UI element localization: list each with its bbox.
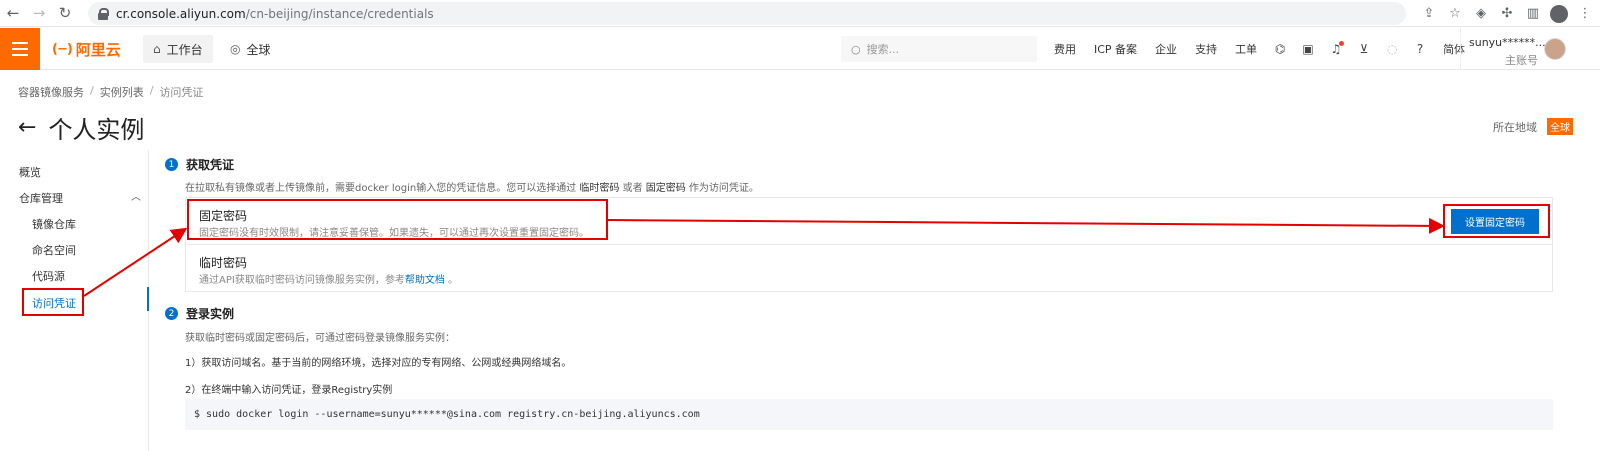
step1-description: 在拉取私有镜像或者上传镜像前，需要docker login输入您的凭证信息。您可… <box>185 179 759 194</box>
desc-highlight: 固定密码 <box>645 183 686 194</box>
link-icp[interactable]: ICP 备案 <box>1094 41 1137 57</box>
cart-icon[interactable]: ⊻ <box>1356 41 1372 57</box>
link-billing[interactable]: 费用 <box>1054 41 1076 57</box>
step2-heading: 2 登录实例 <box>165 305 234 322</box>
annotation-box-fixed-password <box>187 199 608 240</box>
browser-toolbar: ← → ↻ cr.console.aliyun.com/cn-beijing/i… <box>0 0 1600 27</box>
step1-heading: 1 获取凭证 <box>165 156 234 173</box>
breadcrumb-service[interactable]: 容器镜像服务 <box>18 84 84 100</box>
chevron-up-icon[interactable]: ︿ <box>131 188 141 203</box>
logo-text: 阿里云 <box>75 40 121 59</box>
desc-text: 通过API获取临时密码访问镜像服务实例，参考 <box>199 275 405 286</box>
link-enterprise[interactable]: 企业 <box>1155 41 1177 57</box>
search-input[interactable]: ○ 搜索... <box>841 36 1037 62</box>
user-name: sunyu******... <box>1469 36 1546 49</box>
region-indicator: 所在地域 全球 <box>1493 118 1573 135</box>
link-ticket[interactable]: 工单 <box>1235 41 1257 57</box>
step2-description: 获取临时密码或固定密码后，可通过密码登录镜像服务实例： <box>185 333 455 344</box>
region-label: 所在地域 <box>1493 120 1537 134</box>
desc-text: 。 <box>444 275 459 286</box>
bell-icon[interactable]: ♫ <box>1328 41 1345 57</box>
back-arrow-icon[interactable]: ← <box>18 115 36 140</box>
menu-kebab-icon[interactable]: ⋮ <box>1576 5 1594 23</box>
terminal-icon[interactable]: ▣ <box>1300 41 1316 57</box>
active-indicator <box>147 287 149 311</box>
user-menu[interactable]: sunyu******... 主账号 <box>1460 28 1600 70</box>
avatar[interactable] <box>1544 38 1566 60</box>
sidebar-item-namespaces[interactable]: 命名空间 <box>32 242 76 258</box>
global-region-button[interactable]: ◎ 全球 <box>220 35 281 63</box>
breadcrumb-separator: / <box>149 84 154 97</box>
hamburger-menu-icon[interactable] <box>0 28 40 70</box>
forward-icon[interactable]: → <box>26 0 52 27</box>
notification-dot <box>1339 41 1345 46</box>
desc-text: 或者 <box>619 183 646 194</box>
address-bar[interactable]: cr.console.aliyun.com/cn-beijing/instanc… <box>88 2 1406 25</box>
bookmark-star-icon[interactable]: ☆ <box>1446 5 1464 23</box>
sidebar-item-repositories[interactable]: 镜像仓库 <box>32 216 76 232</box>
url-path: /cn-beijing/instance/credentials <box>245 6 434 21</box>
help-icon[interactable]: ? <box>1412 41 1428 57</box>
profile-icon[interactable] <box>1550 4 1568 23</box>
annotation-box-sidebar <box>22 288 84 316</box>
breadcrumb-instances[interactable]: 实例列表 <box>100 84 144 100</box>
sidebar-item-overview[interactable]: 概览 <box>19 164 41 180</box>
global-label: 全球 <box>246 42 271 57</box>
annotation-box-set-button <box>1443 204 1550 238</box>
step1-title: 获取凭证 <box>186 158 235 172</box>
divider <box>185 244 1553 245</box>
login-command-block[interactable]: $ sudo docker login --username=sunyu****… <box>185 399 1553 430</box>
breadcrumb: 容器镜像服务 / 实例列表 / 访问凭证 <box>18 84 203 100</box>
desc-highlight: 临时密码 <box>579 183 620 194</box>
instruction-line: 2）在终端中输入访问凭证，登录Registry实例 <box>185 385 393 396</box>
desc-text: 作为访问凭证。 <box>685 183 759 194</box>
login-command: $ sudo docker login --username=sunyu****… <box>194 409 700 420</box>
step-number-badge: 1 <box>165 158 178 171</box>
search-placeholder: 搜索... <box>866 43 900 56</box>
share-icon[interactable]: ⇪ <box>1420 5 1438 23</box>
globe-icon: ◎ <box>230 42 241 56</box>
puzzle-icon[interactable]: ✣ <box>1498 5 1516 23</box>
breadcrumb-separator: / <box>90 84 94 97</box>
link-support[interactable]: 支持 <box>1195 41 1217 57</box>
search-icon: ○ <box>851 42 861 56</box>
help-doc-link[interactable]: 帮助文档 <box>405 275 445 286</box>
back-icon[interactable]: ← <box>0 0 26 27</box>
page-title: 个人实例 <box>48 116 145 144</box>
sidebar-group-repo[interactable]: 仓库管理 <box>19 190 63 206</box>
aliyun-logo-icon: (−) <box>52 41 73 57</box>
temp-password-desc: 通过API获取临时密码访问镜像服务实例，参考帮助文档 。 <box>199 271 458 286</box>
instruction-line: 1）获取访问域名。基于当前的网络环境，选择对应的专有网络、公网或经典网络域名。 <box>185 358 572 369</box>
desc-text: 在拉取私有镜像或者上传镜像前，需要docker login输入您的凭证信息。您可… <box>185 183 580 194</box>
workbench-label: 工作台 <box>166 42 203 57</box>
extension-icon[interactable]: ◈ <box>1472 5 1490 23</box>
lock-icon <box>98 7 109 20</box>
temp-password-title: 临时密码 <box>199 256 248 270</box>
sidebar-item-code-source[interactable]: 代码源 <box>32 268 65 284</box>
sidebar-icon[interactable]: ▥ <box>1524 5 1542 23</box>
step-number-badge: 2 <box>165 307 178 320</box>
user-role: 主账号 <box>1505 54 1538 67</box>
url-host: cr.console.aliyun.com <box>116 6 246 21</box>
code-icon[interactable]: ⌬ <box>1272 41 1288 57</box>
home-icon: ⌂ <box>153 42 161 56</box>
console-header: (−) 阿里云 ⌂ 工作台 ◎ 全球 ○ 搜索... 费用 ICP 备案 企业 … <box>0 28 1600 70</box>
breadcrumb-current: 访问凭证 <box>159 86 204 99</box>
reload-icon[interactable]: ↻ <box>52 0 78 27</box>
region-badge: 全球 <box>1547 118 1573 135</box>
lightbulb-icon[interactable]: ◌ <box>1384 41 1400 57</box>
aliyun-logo[interactable]: (−) 阿里云 <box>52 39 121 59</box>
step2-title: 登录实例 <box>186 307 235 321</box>
workbench-button[interactable]: ⌂ 工作台 <box>143 35 213 63</box>
